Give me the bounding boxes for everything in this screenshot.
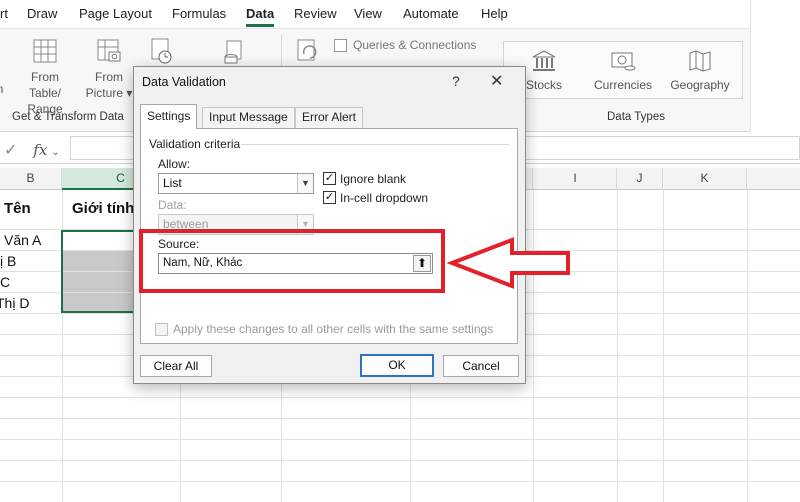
- tab-error-alert[interactable]: Error Alert: [295, 107, 364, 128]
- currency-icon: [611, 52, 636, 71]
- apply-all-row[interactable]: Apply these changes to all other cells w…: [155, 322, 493, 336]
- geography-label: Geography: [670, 78, 730, 92]
- table-icon: [33, 39, 57, 63]
- cancel-button[interactable]: Cancel: [443, 355, 519, 377]
- name-cell[interactable]: Thị D: [0, 293, 29, 313]
- database-icon: [224, 40, 242, 64]
- grid-hline: [0, 397, 800, 398]
- currencies-button[interactable]: Currencies: [590, 49, 656, 93]
- cancel-entry-icon[interactable]: ✓: [4, 142, 17, 159]
- legend-divider: [241, 144, 509, 145]
- group-label-data-types: Data Types: [607, 111, 665, 123]
- allow-select[interactable]: List ▼: [158, 173, 314, 194]
- close-button[interactable]: ✕: [490, 71, 503, 91]
- column-header-j[interactable]: J: [617, 168, 663, 190]
- tab-formulas[interactable]: Formulas: [172, 6, 226, 21]
- formula-controls: ✓ fx ⌄: [4, 140, 60, 160]
- geography-button[interactable]: Geography: [668, 49, 732, 93]
- prev-button-partial[interactable]: n: [0, 81, 6, 97]
- clear-all-button[interactable]: Clear All: [140, 355, 212, 377]
- header-cell-ten[interactable]: Tên: [4, 199, 31, 219]
- data-label: Data:: [158, 198, 187, 212]
- apply-all-label: Apply these changes to all other cells w…: [173, 322, 494, 336]
- from-table-range-button[interactable]: From Table/ Range: [14, 37, 76, 117]
- ribbon-right-strip: [750, 0, 800, 140]
- recent-sources-button[interactable]: [146, 37, 176, 69]
- column-header-k[interactable]: K: [663, 168, 747, 190]
- from-table-line1: From Table/: [28, 70, 62, 100]
- name-cell[interactable]: ị B: [0, 251, 16, 271]
- from-picture-button[interactable]: From Picture ▾: [82, 37, 136, 101]
- queries-icon: [334, 38, 347, 52]
- tab-insert-partial[interactable]: rt: [0, 6, 8, 21]
- allow-value: List: [163, 176, 182, 190]
- validation-criteria-legend: Validation criteria: [149, 137, 241, 151]
- tab-review[interactable]: Review: [294, 6, 337, 21]
- dialog-title: Data Validation: [142, 75, 226, 89]
- clock-icon: [151, 38, 172, 64]
- refresh-icon: [297, 39, 317, 61]
- in-cell-dropdown-checkbox[interactable]: ✓: [323, 191, 336, 204]
- header-cell-gioi-tinh[interactable]: Giới tính: [72, 199, 134, 219]
- map-icon: [689, 50, 711, 72]
- data-validation-dialog: Data Validation ? ✕ Settings Input Messa…: [133, 66, 526, 384]
- chevron-down-icon[interactable]: ▼: [297, 174, 313, 193]
- grid-vline: [663, 190, 664, 502]
- grid-hline: [0, 418, 800, 419]
- tab-help[interactable]: Help: [481, 6, 508, 21]
- bank-icon: [532, 50, 556, 71]
- grid-vline: [747, 190, 748, 502]
- red-arrow-icon: [446, 237, 570, 289]
- from-picture-line2: Picture ▾: [85, 86, 133, 100]
- name-cell[interactable]: C: [0, 272, 10, 292]
- fx-dropdown-icon[interactable]: ⌄: [51, 147, 59, 158]
- tab-draw[interactable]: Draw: [27, 6, 57, 21]
- in-cell-dropdown-label: In-cell dropdown: [340, 191, 429, 205]
- ribbon-tab-bar: rt Draw Page Layout Formulas Data Review…: [0, 0, 750, 28]
- ignore-blank-checkbox[interactable]: ✓: [323, 172, 336, 185]
- currencies-label: Currencies: [593, 78, 653, 92]
- picture-table-icon: [97, 39, 121, 62]
- name-cell[interactable]: Văn A: [4, 230, 41, 250]
- ok-button[interactable]: OK: [360, 354, 434, 377]
- grid-hline: [0, 460, 800, 461]
- tab-settings[interactable]: Settings: [140, 104, 198, 129]
- active-tab-indicator: [246, 24, 274, 27]
- column-header-l[interactable]: [747, 168, 800, 190]
- allow-label: Allow:: [158, 157, 191, 171]
- existing-connections-button[interactable]: [218, 39, 248, 69]
- tab-input-message[interactable]: Input Message: [202, 107, 295, 128]
- grid-hline: [0, 439, 800, 440]
- tab-data[interactable]: Data: [246, 6, 274, 21]
- column-header-b[interactable]: B: [0, 168, 62, 190]
- grid-hline: [0, 481, 800, 482]
- tab-automate[interactable]: Automate: [403, 6, 459, 21]
- tab-page-layout[interactable]: Page Layout: [79, 6, 152, 21]
- apply-all-checkbox[interactable]: [155, 322, 168, 336]
- insert-function-button[interactable]: fx: [33, 141, 47, 159]
- excel-window: rt Draw Page Layout Formulas Data Review…: [0, 0, 800, 502]
- from-picture-line1: From: [95, 70, 123, 84]
- stocks-label: Stocks: [525, 78, 562, 92]
- tab-view[interactable]: View: [354, 6, 382, 21]
- column-header-i[interactable]: I: [533, 168, 617, 190]
- help-button[interactable]: ?: [452, 73, 460, 89]
- ignore-blank-label: Ignore blank: [340, 172, 407, 186]
- queries-connections-label: Queries & Connections: [353, 38, 477, 52]
- queries-connections-button[interactable]: Queries & Connections: [334, 38, 476, 52]
- group-label-get-transform: Get & Transform Data: [12, 111, 124, 123]
- highlight-box: [139, 229, 445, 293]
- grid-vline: [617, 190, 618, 502]
- stocks-button[interactable]: Stocks: [520, 49, 568, 93]
